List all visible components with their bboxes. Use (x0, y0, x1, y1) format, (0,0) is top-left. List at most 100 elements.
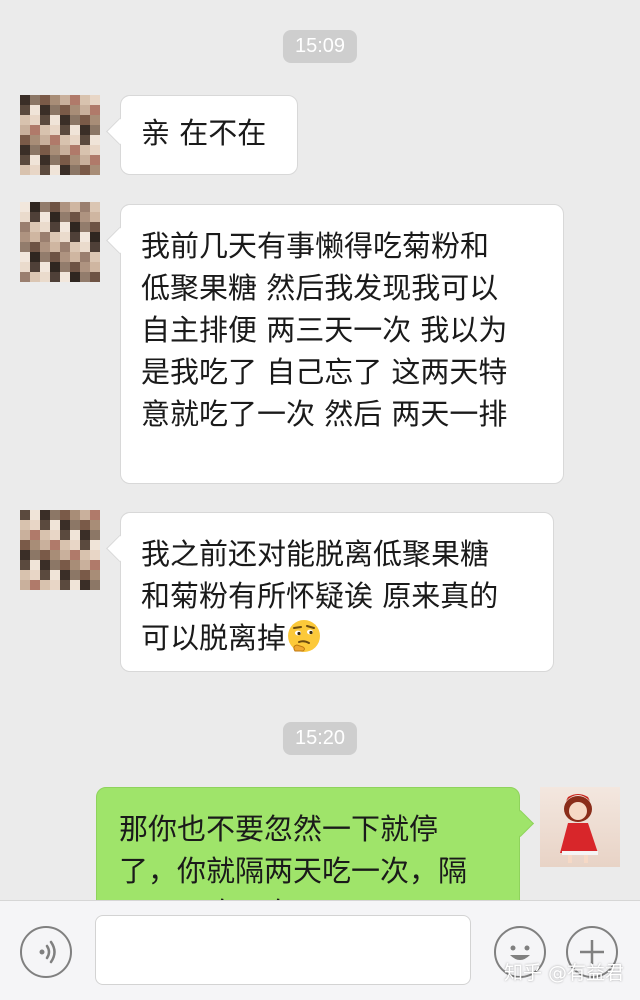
avatar-pixel (60, 262, 70, 272)
avatar-pixel (20, 560, 30, 570)
avatar-pixel (20, 145, 30, 155)
avatar-pixel (60, 520, 70, 530)
avatar-pixel (60, 252, 70, 262)
avatar-pixel (30, 570, 40, 580)
avatar-pixel (90, 242, 100, 252)
avatar-pixel (50, 540, 60, 550)
message-bubble-received[interactable]: 我前几天有事懒得吃菊粉和 低聚果糖 然后我发现我可以 自主排便 两三天一次 我以… (120, 204, 564, 484)
avatar-pixel (20, 550, 30, 560)
avatar-pixel (30, 95, 40, 105)
avatar-pixel (70, 510, 80, 520)
message-line: 自主排便 两三天一次 我以为 (141, 313, 508, 347)
avatar-pixel (60, 272, 70, 282)
avatar-pixel (50, 222, 60, 232)
contact-avatar[interactable] (20, 510, 100, 590)
avatar-pixel (80, 212, 90, 222)
message-bubble-received[interactable]: 亲 在不在 (120, 95, 298, 175)
avatar-pixel (90, 105, 100, 115)
avatar-pixel (60, 145, 70, 155)
avatar-pixel (60, 530, 70, 540)
avatar-pixel (50, 155, 60, 165)
avatar-pixel (40, 530, 50, 540)
avatar-pixel (50, 125, 60, 135)
avatar-pixel (70, 165, 80, 175)
avatar-pixel (80, 272, 90, 282)
message-line: 是我吃了 自己忘了 这两天特 (141, 355, 508, 389)
watermark: 知乎 @有益君 (503, 962, 624, 984)
avatar-pixel (20, 125, 30, 135)
avatar-pixel (40, 540, 50, 550)
message-line: 可以脱离掉 (141, 617, 533, 659)
avatar-pixel (30, 145, 40, 155)
avatar-pixel (30, 550, 40, 560)
avatar-pixel (50, 550, 60, 560)
avatar-pixel (90, 115, 100, 125)
avatar-pixel (90, 262, 100, 272)
message-text: 亲 在不在 (141, 116, 267, 150)
avatar-pixel (80, 95, 90, 105)
avatar-pixel (40, 125, 50, 135)
avatar-pixel (30, 125, 40, 135)
avatar-pixel (90, 202, 100, 212)
voice-button[interactable] (20, 926, 72, 978)
avatar-pixel (50, 272, 60, 282)
avatar-pixel (90, 155, 100, 165)
avatar-pixel (90, 125, 100, 135)
avatar-pixel (80, 155, 90, 165)
avatar-pixel (60, 125, 70, 135)
avatar-pixel (20, 520, 30, 530)
avatar-pixel (20, 232, 30, 242)
avatar-pixel (30, 252, 40, 262)
avatar-pixel (40, 135, 50, 145)
avatar-pixel (90, 530, 100, 540)
avatar-pixel (50, 115, 60, 125)
avatar-pixel (20, 212, 30, 222)
avatar-pixel (70, 242, 80, 252)
avatar-pixel (70, 580, 80, 590)
avatar-pixel (70, 550, 80, 560)
avatar-pixel (50, 560, 60, 570)
message-bubble-sent[interactable]: 那你也不要忽然一下就停 了，你就隔两天吃一次，隔 两天再吃一次 (96, 787, 520, 900)
avatar-pixel (60, 510, 70, 520)
avatar-pixel (20, 530, 30, 540)
my-avatar[interactable] (540, 787, 620, 867)
chat-area: 15:09 亲 在不在 我前几天有事懒得吃菊粉和 低聚果糖 然后我发现我可以 自… (0, 0, 640, 900)
message-line: 我前几天有事懒得吃菊粉和 (141, 229, 490, 263)
avatar-pixel (30, 530, 40, 540)
input-toolbar (0, 900, 640, 1000)
avatar-pixel (50, 580, 60, 590)
avatar-pixel (30, 155, 40, 165)
message-line: 低聚果糖 然后我发现我可以 (141, 271, 499, 305)
message-input[interactable] (95, 915, 471, 985)
avatar-pixel (80, 550, 90, 560)
avatar-pixel (60, 242, 70, 252)
avatar-pixel (20, 570, 30, 580)
avatar-pixel (40, 155, 50, 165)
avatar-pixel (60, 115, 70, 125)
avatar-pixel (40, 550, 50, 560)
message-line: 我之前还对能脱离低聚果糖 (141, 537, 490, 571)
avatar-pixel (30, 115, 40, 125)
avatar-pixel (40, 145, 50, 155)
message-bubble-received[interactable]: 我之前还对能脱离低聚果糖 和菊粉有所怀疑诶 原来真的 可以脱离掉 (120, 512, 554, 672)
avatar-pixel (50, 165, 60, 175)
doll-avatar-image (560, 794, 598, 863)
avatar-pixel (80, 202, 90, 212)
avatar-pixel (70, 570, 80, 580)
timestamp: 15:20 (282, 722, 358, 755)
avatar-pixel (70, 232, 80, 242)
avatar-pixel (20, 580, 30, 590)
avatar-pixel (20, 115, 30, 125)
contact-avatar[interactable] (20, 202, 100, 282)
message-line: 了，你就隔两天吃一次，隔 (119, 854, 468, 888)
avatar-pixel (50, 520, 60, 530)
avatar-pixel (90, 560, 100, 570)
avatar-pixel (80, 125, 90, 135)
avatar-pixel (40, 222, 50, 232)
avatar-pixel (80, 145, 90, 155)
avatar-pixel (60, 560, 70, 570)
avatar-pixel (40, 570, 50, 580)
contact-avatar[interactable] (20, 95, 100, 175)
avatar-pixel (40, 232, 50, 242)
message-line: 和菊粉有所怀疑诶 原来真的 (141, 579, 499, 613)
